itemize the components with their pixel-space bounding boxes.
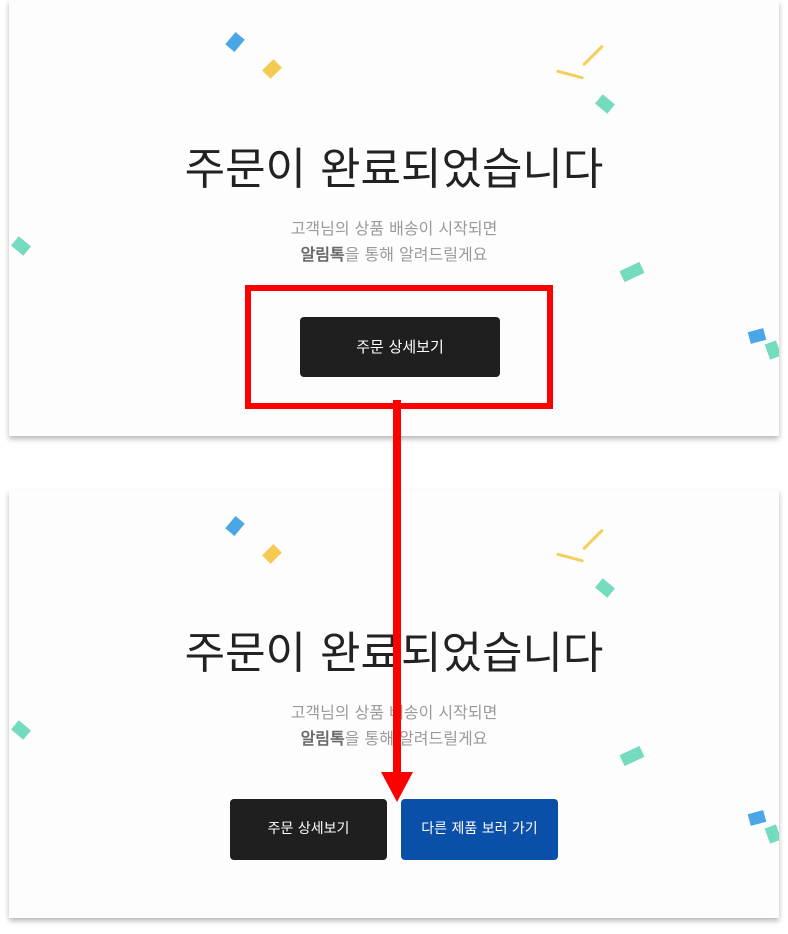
confetti-yellow-icon bbox=[262, 59, 282, 79]
arrow-line-annotation bbox=[393, 400, 401, 776]
confetti-blue-icon bbox=[225, 516, 245, 536]
browse-more-products-button[interactable]: 다른 제품 보러 가기 bbox=[401, 799, 558, 860]
confetti-streak-icon bbox=[582, 528, 604, 551]
alimtalk-label: 알림톡 bbox=[300, 729, 345, 748]
confetti-green-icon bbox=[595, 94, 615, 114]
delivery-notice-line1: 고객님의 상품 배송이 시작되면 bbox=[290, 219, 498, 238]
highlight-box-annotation bbox=[245, 285, 553, 409]
confetti-green-icon bbox=[595, 578, 615, 598]
confetti-streak-icon bbox=[556, 69, 584, 80]
arrow-head-icon bbox=[381, 772, 413, 802]
alimtalk-label: 알림톡 bbox=[300, 245, 345, 264]
delivery-notice-line2-rest: 을 통해 알려드릴게요 bbox=[344, 245, 488, 264]
confetti-streak-icon bbox=[582, 44, 604, 67]
order-detail-button[interactable]: 주문 상세보기 bbox=[230, 799, 387, 860]
confetti-green-icon bbox=[764, 340, 779, 360]
confetti-blue-icon bbox=[747, 328, 767, 344]
confetti-blue-icon bbox=[225, 32, 245, 52]
page-title: 주문이 완료되었습니다 bbox=[184, 144, 604, 195]
confetti-streak-icon bbox=[556, 552, 584, 563]
delivery-notice-line2: 알림톡을 통해 알려드릴게요 bbox=[9, 242, 779, 268]
delivery-notice-line2-rest: 을 통해 알려드릴게요 bbox=[344, 729, 488, 748]
confetti-blue-icon bbox=[747, 810, 767, 826]
confetti-green-icon bbox=[764, 824, 779, 844]
confetti-yellow-icon bbox=[262, 544, 282, 564]
delivery-notice: 고객님의 상품 배송이 시작되면 알림톡을 통해 알려드릴게요 bbox=[9, 216, 779, 268]
